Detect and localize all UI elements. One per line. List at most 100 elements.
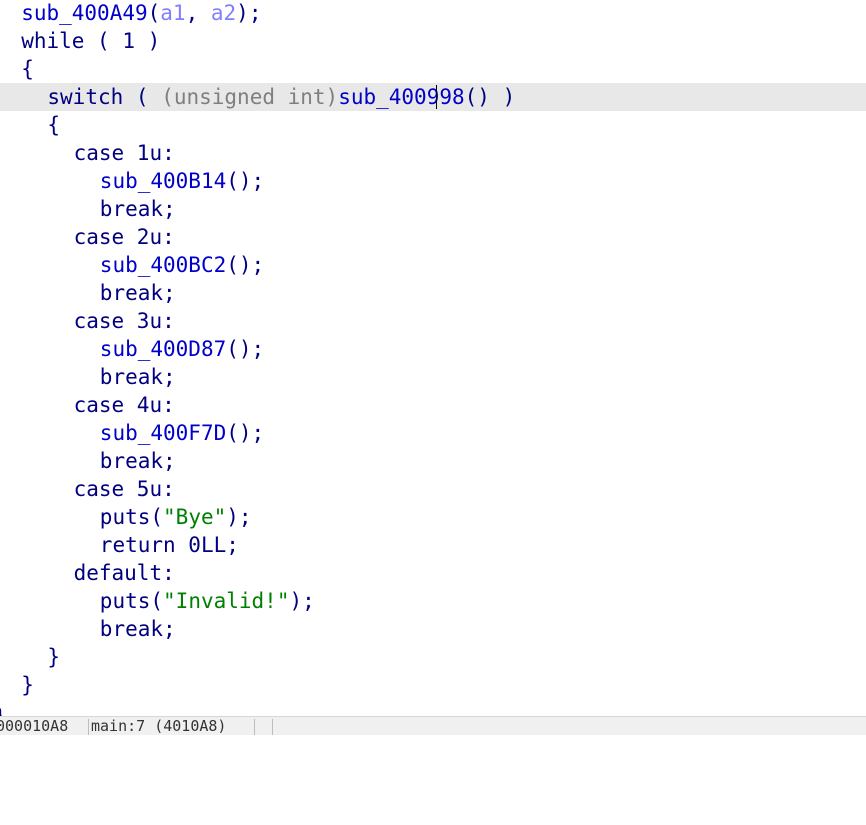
code-line[interactable]: } [0,671,866,699]
code-token[interactable]: a2 [211,1,236,25]
code-token: { [21,57,34,81]
code-line[interactable]: case 4u: [0,391,866,419]
code-line[interactable]: case 2u: [0,223,866,251]
code-token[interactable]: sub_400B14 [100,169,226,193]
code-token: break; [99,449,176,473]
code-text: puts("Invalid!"); [100,587,315,615]
code-line[interactable]: while ( 1 ) [0,27,866,55]
code-token: default: [73,561,175,585]
code-text: while ( 1 ) [21,27,160,55]
code-token: break; [99,197,176,221]
code-token[interactable]: sub_400F7D [100,421,226,445]
code-text: return 0LL; [100,531,239,559]
code-token: (unsigned int) [161,85,339,109]
code-token[interactable]: sub_400998 [338,85,464,109]
code-token[interactable]: sub_400BC2 [100,253,226,277]
code-token: "Bye" [163,505,227,529]
code-token: , [185,1,211,25]
code-text: break; [100,279,176,307]
code-line[interactable]: break; [0,615,866,643]
code-text: puts("Bye"); [100,503,252,531]
code-token: () ) [464,85,516,109]
status-address: 000010A8 [0,717,69,735]
code-token: "Invalid!" [163,589,290,613]
code-text: sub_400A49(a1, a2); [21,0,261,27]
code-token: ( [147,1,161,25]
status-divider [254,719,255,735]
code-token: break; [99,365,176,389]
code-token: case 4u: [73,393,175,417]
code-token: break; [99,617,176,641]
code-line[interactable]: sub_400B14(); [0,167,866,195]
code-token: case 5u: [73,477,175,501]
code-text: { [21,55,34,83]
code-line[interactable]: default: [0,559,866,587]
code-text: default: [74,559,175,587]
code-token: case 1u: [73,141,175,165]
code-token[interactable]: sub_400A49 [21,1,147,25]
status-divider [88,719,89,735]
code-line[interactable]: sub_400D87(); [0,335,866,363]
code-line[interactable]: puts("Invalid!"); [0,587,866,615]
code-line[interactable]: sub_400A49(a1, a2); [0,0,866,27]
code-line[interactable]: sub_400F7D(); [0,419,866,447]
code-text: case 3u: [74,307,175,335]
code-line[interactable]: case 1u: [0,139,866,167]
code-token[interactable]: a1 [160,1,185,25]
code-token: while ( 1 ) [21,29,161,53]
code-text: sub_400D87(); [100,335,264,363]
code-text: sub_400F7D(); [100,419,264,447]
code-token: ); [289,589,315,613]
code-text: break; [100,447,176,475]
code-text: switch ( (unsigned int)sub_400998() ) [47,83,515,111]
code-token: puts [99,505,151,529]
code-token: ); [236,1,262,25]
status-divider [272,719,273,735]
code-line[interactable]: case 3u: [0,307,866,335]
code-token: } [47,645,61,669]
status-bar: 000010A8 main:7 (4010A8) [0,716,866,735]
code-line[interactable]: break; [0,363,866,391]
code-line[interactable]: break; [0,195,866,223]
code-line[interactable]: case 5u: [0,475,866,503]
code-token: puts [99,589,151,613]
code-line[interactable]: { [0,111,866,139]
code-token: ( [150,505,164,529]
code-text: break; [100,363,176,391]
code-token: switch ( [47,85,162,109]
code-text: break; [100,615,176,643]
status-function-location: main:7 (4010A8) [91,717,227,735]
code-token: return 0LL; [99,533,239,557]
code-text: break; [100,195,176,223]
code-line-current[interactable]: switch ( (unsigned int)sub_400998() ) [0,83,866,111]
code-text: } [47,643,60,671]
code-token: { [47,113,61,137]
code-line[interactable]: } [0,643,866,671]
code-token: (); [226,253,265,277]
code-line[interactable]: break; [0,279,866,307]
code-text: sub_400B14(); [100,167,264,195]
code-line[interactable]: { [0,55,866,83]
code-line[interactable]: break; [0,447,866,475]
code-token: ( [150,589,164,613]
code-text: { [47,111,60,139]
code-text: case 4u: [74,391,175,419]
code-text: case 1u: [74,139,175,167]
code-token: (); [226,337,265,361]
code-token: } [21,673,34,697]
code-token: case 3u: [73,309,175,333]
code-text: } [21,671,34,699]
text-caret [436,85,437,109]
code-text: sub_400BC2(); [100,251,264,279]
code-token: (); [226,421,265,445]
code-token: ); [226,505,252,529]
code-line[interactable]: puts("Bye"); [0,503,866,531]
code-line[interactable]: sub_400BC2(); [0,251,866,279]
pseudocode-view[interactable]: sub_400A49(a1, a2); while ( 1 ){switch ( … [0,0,866,716]
code-text: case 2u: [74,223,175,251]
code-token[interactable]: sub_400D87 [100,337,226,361]
code-token: case 2u: [73,225,175,249]
code-token: break; [99,281,176,305]
code-line[interactable]: return 0LL; [0,531,866,559]
code-token: (); [226,169,265,193]
